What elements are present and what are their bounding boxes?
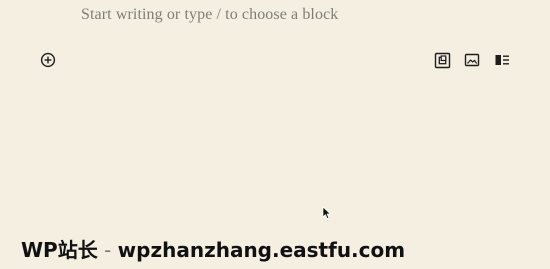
add-media-text-button[interactable] [493,51,511,69]
watermark-separator: - [97,238,118,262]
watermark-brand: WP站长 [21,238,98,262]
watermark-url: wpzhanzhang.eastfu.com [117,238,406,262]
add-block-button[interactable] [39,51,57,69]
media-text-icon [495,55,509,65]
mouse-cursor-icon [322,206,331,219]
watermark: WP站长 - wpzhanzhang.eastfu.com [21,234,405,263]
image-icon [464,53,480,67]
block-editor-canvas[interactable]: Start writing or type / to choose a bloc… [0,0,550,269]
gallery-icon [434,52,450,68]
block-placeholder[interactable]: Start writing or type / to choose a bloc… [81,6,338,24]
add-image-button[interactable] [463,51,481,69]
plus-circle-icon [40,52,56,68]
add-gallery-button[interactable] [433,51,451,69]
